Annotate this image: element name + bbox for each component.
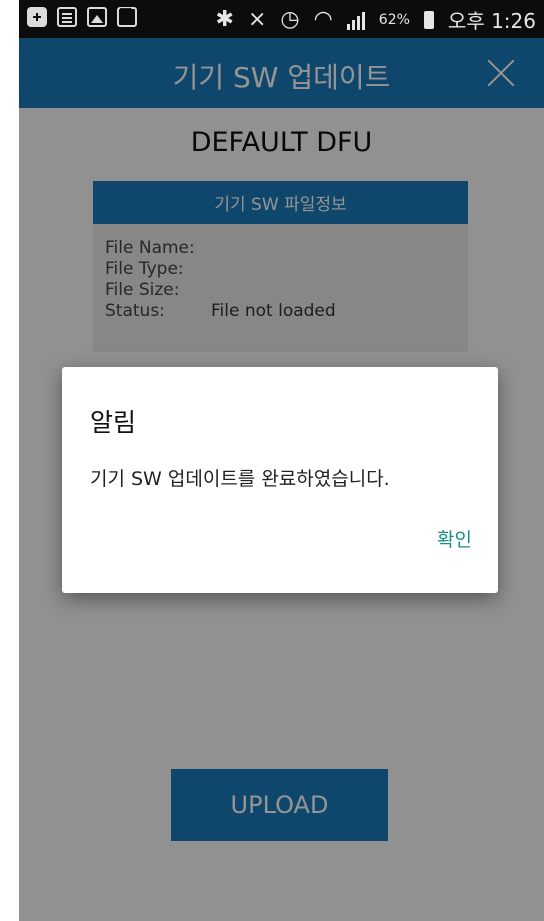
signal-icon xyxy=(346,10,365,30)
clock: 오후 1:26 xyxy=(447,9,536,33)
alarm-icon: ◷ xyxy=(280,6,300,32)
battery-icon xyxy=(423,10,434,29)
mail-icon xyxy=(117,3,137,27)
notification-icons xyxy=(27,3,137,27)
bluetooth-icon: ✱ xyxy=(215,6,234,32)
wifi-icon: ◠ xyxy=(313,6,333,32)
mute-icon: ⨯ xyxy=(247,6,267,32)
battery-percent: 62% xyxy=(378,11,410,28)
plus-icon xyxy=(27,7,47,27)
system-icons: ✱ ⨯ ◷ ◠ 62% 오후 1:26 xyxy=(216,5,536,34)
dialog-title: 알림 xyxy=(90,408,137,437)
note-icon xyxy=(57,7,77,27)
image-icon xyxy=(87,7,107,27)
dialog-message: 기기 SW 업데이트를 완료하였습니다. xyxy=(90,468,390,490)
alert-dialog: 알림 기기 SW 업데이트를 완료하였습니다. 확인 xyxy=(62,367,498,593)
status-bar: ✱ ⨯ ◷ ◠ 62% 오후 1:26 xyxy=(19,0,544,38)
confirm-button[interactable]: 확인 xyxy=(437,525,472,552)
phone-screen: ✱ ⨯ ◷ ◠ 62% 오후 1:26 기기 SW 업데이트 DEFAULT D… xyxy=(19,0,544,921)
